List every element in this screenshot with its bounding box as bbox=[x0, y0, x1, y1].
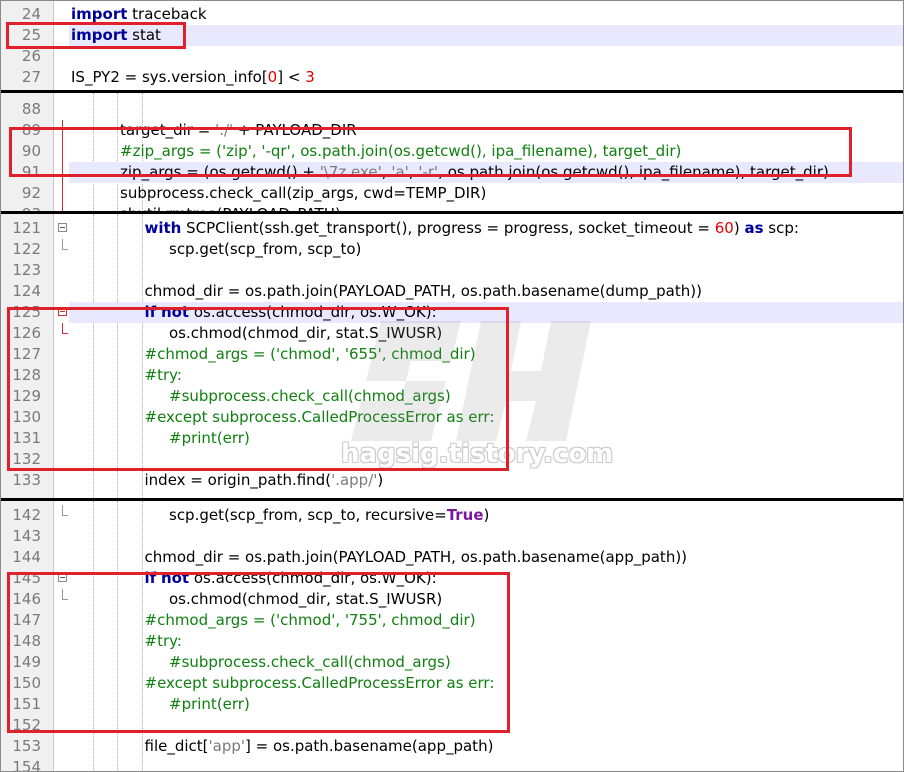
code-token: True bbox=[446, 506, 484, 524]
code-token: file_dict[ bbox=[144, 737, 209, 755]
keyword-token: as bbox=[744, 219, 764, 237]
string-token: '.app/' bbox=[331, 471, 378, 489]
code-token: ) bbox=[377, 471, 384, 489]
code-text: subprocess.check_call(zip_args, cwd=TEMP… bbox=[69, 183, 903, 204]
code-token: chmod_dir = os.path.join(PAYLOAD_PATH, o… bbox=[144, 548, 688, 566]
code-text: scp.get(scp_from, scp_to) bbox=[69, 239, 903, 260]
code-token: index = origin_path.find( bbox=[144, 471, 332, 489]
code-token: chmod_dir = os.path.join(PAYLOAD_PATH, o… bbox=[144, 282, 702, 300]
code-line[interactable]: 88 bbox=[1, 99, 903, 120]
line-number: 144 bbox=[12, 548, 41, 566]
fold-end-marker bbox=[62, 515, 68, 516]
highlight-box-chmod-app bbox=[7, 572, 510, 733]
code-line[interactable]: 122 scp.get(scp_from, scp_to) bbox=[1, 239, 903, 260]
line-number: 27 bbox=[21, 68, 41, 86]
code-line[interactable]: 154 bbox=[1, 757, 903, 771]
code-token: traceback bbox=[127, 5, 207, 23]
code-line[interactable]: 142 scp.get(scp_from, scp_to, recursive=T… bbox=[1, 505, 903, 526]
code-token: subprocess.check_call(zip_args, cwd=TEMP… bbox=[120, 184, 487, 202]
code-token: ] < bbox=[277, 68, 306, 86]
line-number: 133 bbox=[12, 471, 41, 489]
highlight-box-zip-args bbox=[9, 127, 852, 177]
fold-toggle-icon[interactable] bbox=[58, 223, 67, 232]
code-token: ) bbox=[483, 506, 490, 524]
fold-end-marker bbox=[62, 249, 68, 250]
code-line[interactable]: 133 index = origin_path.find('.app/') bbox=[1, 470, 903, 491]
code-editor: 24 import traceback 25 import stat 26 27 IS_PY… bbox=[0, 0, 904, 772]
code-text: import stat bbox=[69, 25, 903, 46]
code-line[interactable]: 144 chmod_dir = os.path.join(PAYLOAD_PATH… bbox=[1, 547, 903, 568]
line-number: 93 bbox=[1, 204, 41, 211]
code-token: SCPClient(ssh.get_transport(), progress … bbox=[181, 219, 715, 237]
code-token: ] = os.path.basename(app_path) bbox=[245, 737, 494, 755]
keyword-token: import bbox=[71, 5, 128, 23]
code-line[interactable]: 123 bbox=[1, 260, 903, 281]
code-token: scp.get(scp_from, scp_to, recursive= bbox=[169, 506, 447, 524]
code-text: scp.get(scp_from, scp_to, recursive=True… bbox=[69, 505, 903, 526]
code-line[interactable]: 124 chmod_dir = os.path.join(PAYLOAD_PATH… bbox=[1, 281, 903, 302]
code-token: scp.get(scp_from, scp_to) bbox=[169, 240, 362, 258]
code-token: IS_PY2 = sys.version_info[ bbox=[71, 68, 268, 86]
line-number: 124 bbox=[12, 282, 41, 300]
highlight-box-import-stat bbox=[6, 22, 186, 49]
code-line[interactable]: 92 subprocess.check_call(zip_args, cwd=TE… bbox=[1, 183, 903, 204]
fold-line bbox=[62, 183, 63, 204]
code-line[interactable]: 27 IS_PY2 = sys.version_info[0] < 3 bbox=[1, 67, 903, 88]
keyword-token: with bbox=[144, 219, 182, 237]
code-text: chmod_dir = os.path.join(PAYLOAD_PATH, o… bbox=[69, 281, 903, 302]
line-number: 143 bbox=[12, 527, 41, 545]
number-token: 60 bbox=[714, 219, 734, 237]
code-text: import traceback bbox=[69, 4, 903, 25]
string-token: 'app' bbox=[208, 737, 245, 755]
fold-line bbox=[62, 204, 63, 211]
code-text: with SCPClient(ssh.get_transport(), prog… bbox=[69, 218, 903, 239]
code-token: ) bbox=[733, 219, 745, 237]
code-line[interactable]: 93 shutil.rmtree(PAYLOAD_PATH) bbox=[1, 204, 903, 211]
line-number: 123 bbox=[12, 261, 41, 279]
line-number: 122 bbox=[12, 240, 41, 258]
number-token: 3 bbox=[305, 68, 315, 86]
line-number: 153 bbox=[12, 737, 41, 755]
line-number: 88 bbox=[21, 100, 41, 118]
code-line[interactable]: 121 with SCPClient(ssh.get_transport(), p… bbox=[1, 218, 903, 239]
code-token: scp: bbox=[763, 219, 799, 237]
code-text: index = origin_path.find('.app/') bbox=[69, 470, 903, 491]
number-token: 0 bbox=[267, 68, 278, 86]
code-text: chmod_dir = os.path.join(PAYLOAD_PATH, o… bbox=[69, 547, 903, 568]
line-number: 92 bbox=[21, 184, 41, 202]
code-text: shutil.rmtree(PAYLOAD_PATH) bbox=[69, 204, 903, 211]
code-text: IS_PY2 = sys.version_info[0] < 3 bbox=[69, 67, 903, 88]
code-text: file_dict['app'] = os.path.basename(app_… bbox=[69, 736, 903, 757]
line-number: 142 bbox=[12, 506, 41, 524]
highlight-box-chmod-dump bbox=[7, 307, 509, 471]
line-number: 121 bbox=[12, 219, 41, 237]
line-number: 154 bbox=[12, 758, 41, 771]
code-line[interactable]: 153 file_dict['app'] = os.path.basename(a… bbox=[1, 736, 903, 757]
code-line[interactable]: 143 bbox=[1, 526, 903, 547]
code-line[interactable]: 26 bbox=[1, 46, 903, 67]
line-number: 26 bbox=[21, 47, 41, 65]
